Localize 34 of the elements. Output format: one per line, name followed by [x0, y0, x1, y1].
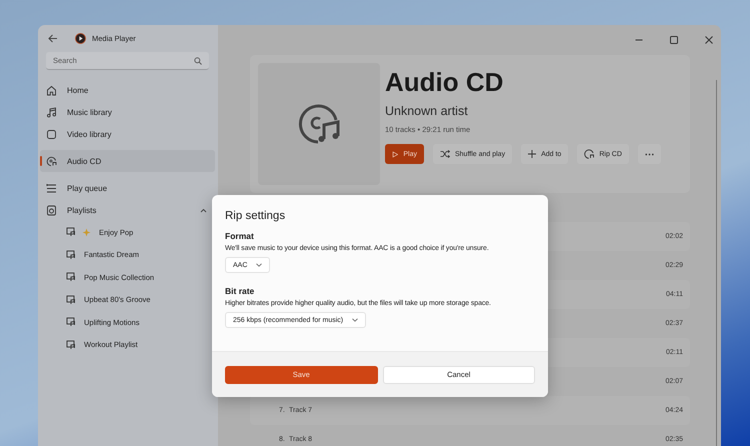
playlist-icon — [66, 272, 76, 282]
playlist-icon — [66, 317, 76, 328]
playlist-icon — [66, 340, 76, 350]
video-frame-icon — [46, 128, 57, 140]
playlist-icon — [66, 250, 76, 260]
app-logo-icon — [75, 33, 86, 44]
maximize-icon[interactable] — [670, 36, 678, 44]
speaker-icon — [46, 204, 57, 216]
nav-item[interactable]: Music library — [40, 101, 215, 123]
back-arrow-icon[interactable] — [48, 34, 58, 43]
list-icon — [46, 182, 57, 194]
chevron-down-icon — [256, 263, 262, 267]
chevron-icon[interactable] — [200, 208, 207, 212]
nav-item[interactable]: Audio CD — [40, 150, 215, 172]
playlist-icon — [66, 294, 76, 305]
dialog-title: Rip settings — [225, 210, 286, 222]
plus-icon — [528, 150, 536, 158]
artist-name: Unknown artist — [385, 104, 469, 118]
nav-item[interactable]: Video library — [40, 123, 215, 145]
nav-item[interactable]: Playlists — [40, 199, 215, 221]
playlist-icon — [66, 227, 76, 238]
nav-item[interactable]: Home — [40, 79, 215, 101]
shuffle-icon — [440, 150, 450, 158]
setting-heading: Format — [225, 231, 255, 241]
music-note-icon — [46, 106, 57, 118]
play-icon — [392, 150, 398, 158]
chevron-down-icon — [352, 318, 358, 322]
search-icon[interactable] — [194, 57, 202, 65]
setting-heading: Bit rate — [225, 286, 256, 296]
nav-item[interactable]: Play queue — [40, 177, 215, 199]
close-icon[interactable] — [705, 36, 713, 44]
more-icon — [644, 152, 654, 156]
home-icon — [46, 84, 57, 96]
album-title: Audio CD — [385, 67, 504, 98]
